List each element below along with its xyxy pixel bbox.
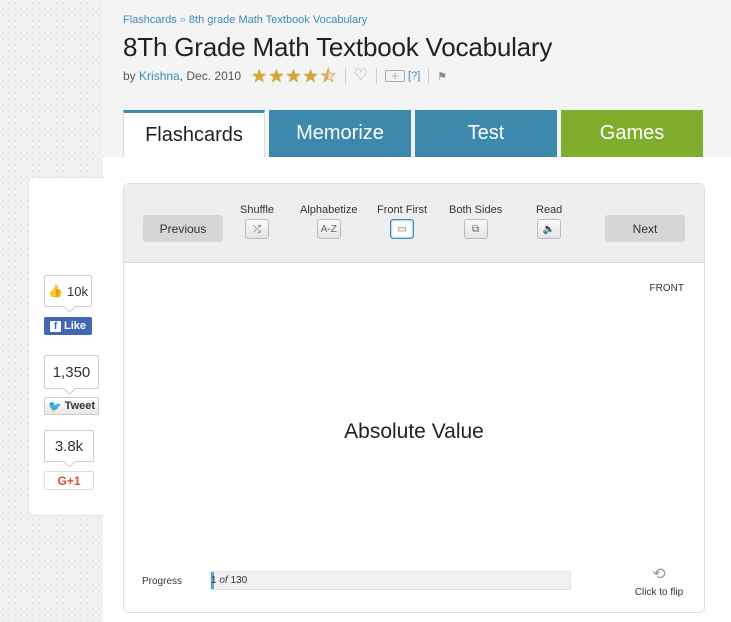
- tweet-count: 1,350: [44, 355, 99, 389]
- star-icon[interactable]: ★: [285, 67, 301, 85]
- read-label: Read: [536, 204, 563, 216]
- facebook-count-value: 10k: [66, 283, 88, 299]
- shuffle-label: Shuffle: [240, 204, 275, 216]
- star-icon[interactable]: ★: [303, 67, 319, 85]
- alphabetize-icon[interactable]: A-Z: [316, 219, 341, 239]
- divider: [376, 68, 378, 84]
- byline: by Krishna, Dec. 2010 ★ ★ ★ ★ ⯪ ♡ + [?] …: [123, 67, 447, 85]
- heart-icon[interactable]: ♡: [354, 68, 368, 84]
- tab-memorize[interactable]: Memorize: [269, 110, 411, 157]
- flashcard-toolbar: Previous Shuffle ⤮ Alphabetize A-Z Front…: [124, 184, 704, 263]
- read-tool[interactable]: Read 🔈: [536, 204, 562, 239]
- progress-total: 130: [230, 575, 248, 586]
- breadcrumb-current-link[interactable]: 8th grade Math Textbook Vocabulary: [189, 14, 367, 26]
- facebook-like-button[interactable]: f Like: [44, 317, 92, 335]
- page-title: 8Th Grade Math Textbook Vocabulary: [123, 32, 553, 62]
- tab-test[interactable]: Test: [415, 110, 557, 157]
- next-button[interactable]: Next: [605, 215, 685, 242]
- flip-icon: ⟲: [652, 566, 666, 583]
- author-link[interactable]: Krishna: [139, 69, 180, 83]
- progress-of: of: [219, 575, 228, 586]
- tweet-button[interactable]: 🐦 Tweet: [44, 397, 99, 415]
- breadcrumb-root-link[interactable]: Flashcards: [123, 14, 177, 26]
- front-first-tool[interactable]: Front First ▭: [377, 204, 427, 239]
- alphabetize-label: Alphabetize: [300, 204, 358, 216]
- alphabetize-tool[interactable]: Alphabetize A-Z: [300, 204, 358, 239]
- flip-label: Click to flip: [634, 587, 684, 598]
- click-to-flip[interactable]: ⟲ Click to flip: [629, 564, 689, 598]
- front-first-label: Front First: [377, 204, 428, 216]
- tweet-label: Tweet: [64, 400, 96, 412]
- tab-games[interactable]: Games: [561, 110, 703, 157]
- mode-tabs: Flashcards Memorize Test Games: [123, 110, 703, 157]
- previous-button[interactable]: Previous: [143, 215, 223, 242]
- flashcard-panel: Previous Shuffle ⤮ Alphabetize A-Z Front…: [123, 183, 705, 613]
- progress-bar: 1 of 130: [210, 571, 571, 590]
- breadcrumb: Flashcards» 8th grade Math Textbook Vocab…: [123, 14, 367, 26]
- card-side-label: FRONT: [649, 283, 684, 294]
- both-sides-label: Both Sides: [449, 204, 503, 216]
- progress-current: 1: [211, 575, 217, 586]
- progress-text: 1 of 130: [211, 575, 247, 586]
- thumbs-up-icon: 👍: [48, 284, 63, 298]
- google-plus-button[interactable]: G+1: [44, 471, 94, 490]
- flashcard-term[interactable]: Absolute Value: [124, 420, 704, 444]
- progress-label: Progress: [142, 576, 183, 587]
- speaker-icon[interactable]: 🔈: [537, 219, 562, 239]
- breadcrumb-separator: »: [179, 14, 186, 26]
- flag-icon[interactable]: ⚑: [437, 70, 447, 83]
- facebook-like-label: Like: [63, 320, 86, 332]
- star-icon[interactable]: ★: [268, 67, 284, 85]
- divider: [428, 68, 430, 84]
- byline-prefix: by: [123, 69, 136, 83]
- front-first-icon[interactable]: ▭: [390, 219, 415, 239]
- shuffle-icon[interactable]: ⤮: [245, 219, 270, 239]
- shuffle-tool[interactable]: Shuffle ⤮: [240, 204, 274, 239]
- both-sides-tool[interactable]: Both Sides ⧉: [449, 204, 502, 239]
- half-star-icon[interactable]: ⯪: [320, 67, 337, 85]
- both-sides-icon[interactable]: ⧉: [463, 219, 488, 239]
- divider: [344, 68, 346, 84]
- byline-date: , Dec. 2010: [179, 69, 242, 83]
- facebook-icon: f: [49, 320, 61, 332]
- tab-flashcards[interactable]: Flashcards: [123, 110, 265, 157]
- star-icon[interactable]: ★: [251, 67, 267, 85]
- add-to-folder-icon[interactable]: +: [385, 69, 406, 82]
- help-link[interactable]: [?]: [408, 70, 420, 82]
- rating-stars[interactable]: ★ ★ ★ ★ ⯪: [251, 67, 337, 85]
- google-plus-count: 3.8k: [44, 430, 94, 462]
- twitter-bird-icon: 🐦: [47, 400, 62, 413]
- facebook-like-count: 👍 10k: [44, 275, 92, 307]
